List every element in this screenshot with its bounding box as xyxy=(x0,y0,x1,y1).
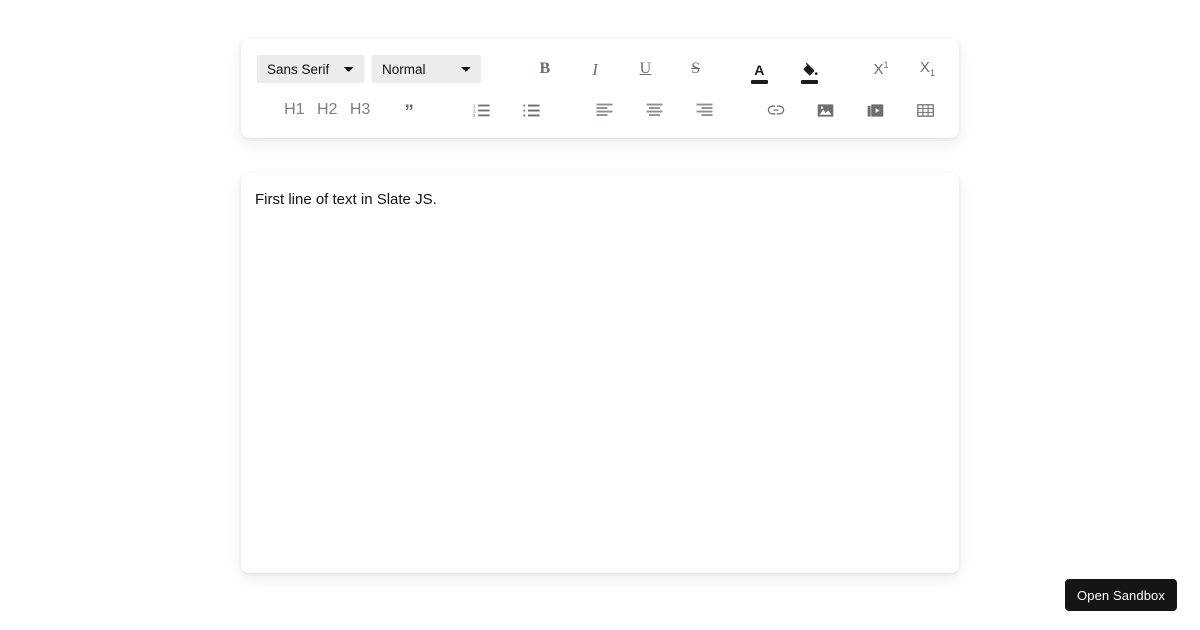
heading-2-button[interactable]: H2 xyxy=(316,96,339,124)
underline-icon: U xyxy=(639,60,652,77)
align-left-icon xyxy=(596,103,613,117)
subscript-button[interactable]: X1 xyxy=(917,55,938,83)
strikethrough-icon: S xyxy=(691,60,701,77)
align-center-icon xyxy=(646,103,663,117)
italic-button[interactable]: I xyxy=(583,55,608,83)
superscript-icon: X1 xyxy=(873,60,889,78)
ordered-list-icon: 1 2 3 xyxy=(473,103,491,118)
open-sandbox-button[interactable]: Open Sandbox xyxy=(1065,579,1177,611)
highlight-color-swatch xyxy=(801,80,819,84)
insert-video-button[interactable] xyxy=(863,96,888,124)
bulleted-list-icon xyxy=(523,103,540,118)
insert-table-button[interactable] xyxy=(913,96,938,124)
superscript-button[interactable]: X1 xyxy=(870,55,891,83)
svg-text:3: 3 xyxy=(473,113,476,118)
quote-icon: ” xyxy=(404,102,414,124)
image-icon xyxy=(817,103,834,118)
toolbar-row-blocks: H1 H2 H3 ” 1 2 3 xyxy=(257,90,943,130)
align-left-button[interactable] xyxy=(592,96,617,124)
underline-button[interactable]: U xyxy=(633,55,658,83)
text-color-icon: A xyxy=(754,62,765,78)
highlight-color-button[interactable] xyxy=(797,54,822,84)
heading-1-button[interactable]: H1 xyxy=(283,96,306,124)
editor-page: Sans SerifSerifMonospace NormalHeadingSu… xyxy=(0,0,1200,630)
heading-3-icon: H3 xyxy=(349,101,371,118)
heading-2-icon: H2 xyxy=(316,101,338,118)
align-right-icon xyxy=(696,103,713,117)
ordered-list-button[interactable]: 1 2 3 xyxy=(470,96,495,124)
align-right-button[interactable] xyxy=(692,96,717,124)
italic-icon: I xyxy=(592,59,598,79)
video-icon xyxy=(867,103,884,118)
block-format-select[interactable]: NormalHeadingSubheading xyxy=(371,55,481,83)
toolbar-card: Sans SerifSerifMonospace NormalHeadingSu… xyxy=(241,38,959,138)
insert-link-button[interactable] xyxy=(763,96,788,124)
blockquote-button[interactable]: ” xyxy=(397,96,422,124)
slate-editor[interactable]: First line of text in Slate JS. xyxy=(255,189,945,557)
toolbar-row-formatting: Sans SerifSerifMonospace NormalHeadingSu… xyxy=(257,48,943,90)
editor-card: First line of text in Slate JS. xyxy=(241,173,959,573)
editor-paragraph: First line of text in Slate JS. xyxy=(255,191,437,208)
subscript-icon: X1 xyxy=(919,59,935,78)
align-center-button[interactable] xyxy=(642,96,667,124)
open-sandbox-label: Open Sandbox xyxy=(1077,587,1165,603)
link-icon xyxy=(767,104,785,116)
text-color-swatch xyxy=(750,80,768,84)
heading-3-button[interactable]: H3 xyxy=(349,96,372,124)
bulleted-list-button[interactable] xyxy=(520,96,545,124)
insert-image-button[interactable] xyxy=(813,96,838,124)
bold-icon: B xyxy=(539,60,551,77)
paint-bucket-icon xyxy=(802,63,818,78)
table-icon xyxy=(917,103,934,118)
text-color-button[interactable]: A xyxy=(747,54,772,84)
bold-button[interactable]: B xyxy=(532,55,557,83)
font-family-select[interactable]: Sans SerifSerifMonospace xyxy=(257,55,364,83)
strikethrough-button[interactable]: S xyxy=(683,55,708,83)
heading-1-icon: H1 xyxy=(284,101,305,118)
